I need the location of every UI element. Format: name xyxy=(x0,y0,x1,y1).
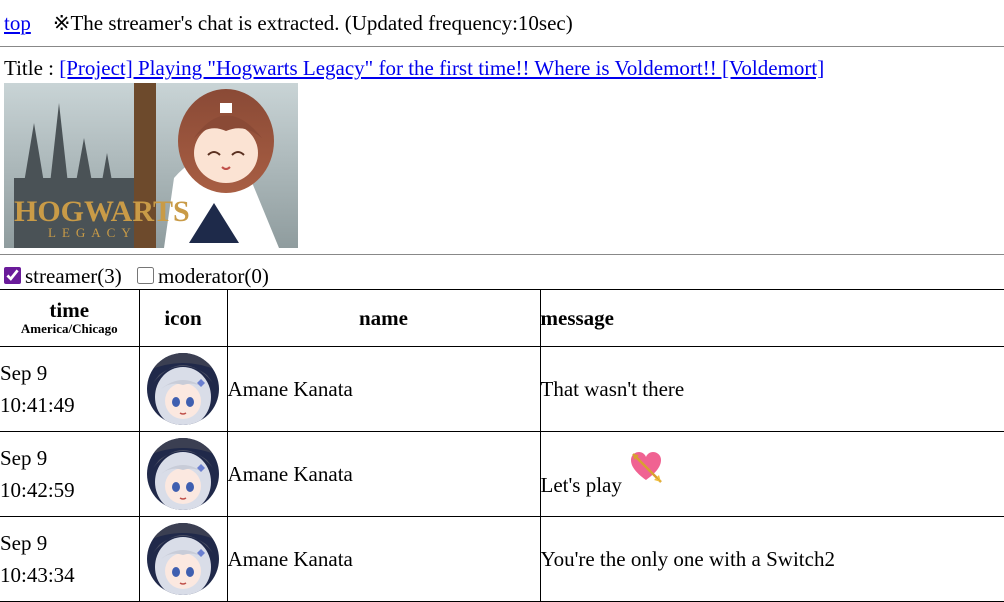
top-link[interactable]: top xyxy=(4,11,31,35)
cell-name: Amane Kanata xyxy=(226,516,541,602)
col-header-time: time America/Chicago xyxy=(0,289,140,347)
author-name: Amane Kanata xyxy=(227,461,353,486)
message-text: You're the only one with a Switch2 xyxy=(540,546,835,571)
table-row: Sep 9 10:42:59 Amane Kanata Let's play xyxy=(0,431,1004,517)
moderator-filter-label: moderator(0) xyxy=(158,264,269,288)
table-row: Sep 9 10:41:49 Amane Kanata That wasn't … xyxy=(0,346,1004,432)
author-name: Amane Kanata xyxy=(227,546,353,571)
cell-name: Amane Kanata xyxy=(226,346,541,432)
avatar-icon xyxy=(147,353,219,425)
cell-icon xyxy=(138,346,228,432)
stream-title-link[interactable]: [Project] Playing "Hogwarts Legacy" for … xyxy=(59,56,824,80)
col-time-timezone: America/Chicago xyxy=(20,321,118,336)
cell-icon xyxy=(138,431,228,517)
stream-thumbnail[interactable]: HOGWARTS LEGACY xyxy=(4,83,298,248)
author-name: Amane Kanata xyxy=(227,376,353,401)
message-date: Sep 9 xyxy=(0,446,48,470)
avatar-icon xyxy=(147,523,219,595)
table-row: Sep 9 10:43:34 Amane Kanata You're the o… xyxy=(0,516,1004,602)
message-text: Let's play xyxy=(540,473,622,497)
cell-message: That wasn't there xyxy=(539,346,1004,432)
message-time: 10:41:49 xyxy=(0,393,75,417)
message-date: Sep 9 xyxy=(0,361,48,385)
top-bar: top ※The streamer's chat is extracted. (U… xyxy=(0,0,1004,46)
thumbnail-logo: HOGWARTS xyxy=(14,195,190,228)
col-header-message: message xyxy=(539,289,1004,347)
col-time-label: time xyxy=(49,298,90,322)
streamer-filter[interactable]: streamer(3) xyxy=(4,264,122,288)
message-date: Sep 9 xyxy=(0,531,48,555)
moderator-filter[interactable]: moderator(0) xyxy=(137,264,269,288)
message-time: 10:43:34 xyxy=(0,563,75,587)
cell-time: Sep 9 10:41:49 xyxy=(0,346,140,432)
cell-name: Amane Kanata xyxy=(226,431,541,517)
cell-icon xyxy=(138,516,228,602)
moderator-checkbox[interactable] xyxy=(137,267,155,284)
title-label: Title : xyxy=(4,56,60,80)
streamer-filter-label: streamer(3) xyxy=(25,264,122,288)
avatar-icon xyxy=(147,438,219,510)
cell-message: You're the only one with a Switch2 xyxy=(539,516,1004,602)
cell-time: Sep 9 10:43:34 xyxy=(0,516,140,602)
col-header-name: name xyxy=(226,289,541,347)
col-header-icon: icon xyxy=(138,289,228,347)
cell-message: Let's play xyxy=(539,431,1004,517)
message-time: 10:42:59 xyxy=(0,478,75,502)
stream-title-row: Title : [Project] Playing "Hogwarts Lega… xyxy=(0,47,1004,81)
heart-with-arrow-icon xyxy=(631,452,662,483)
thumbnail-logo-sub: LEGACY xyxy=(48,225,137,240)
filter-row: streamer(3) moderator(0) xyxy=(0,255,1004,289)
chat-table: time America/Chicago icon name message S… xyxy=(0,289,1004,602)
message-text: That wasn't there xyxy=(540,376,685,401)
cell-time: Sep 9 10:42:59 xyxy=(0,431,140,517)
table-header-row: time America/Chicago icon name message xyxy=(0,289,1004,347)
notice-text: ※The streamer's chat is extracted. (Upda… xyxy=(52,11,573,35)
streamer-checkbox[interactable] xyxy=(4,267,21,284)
